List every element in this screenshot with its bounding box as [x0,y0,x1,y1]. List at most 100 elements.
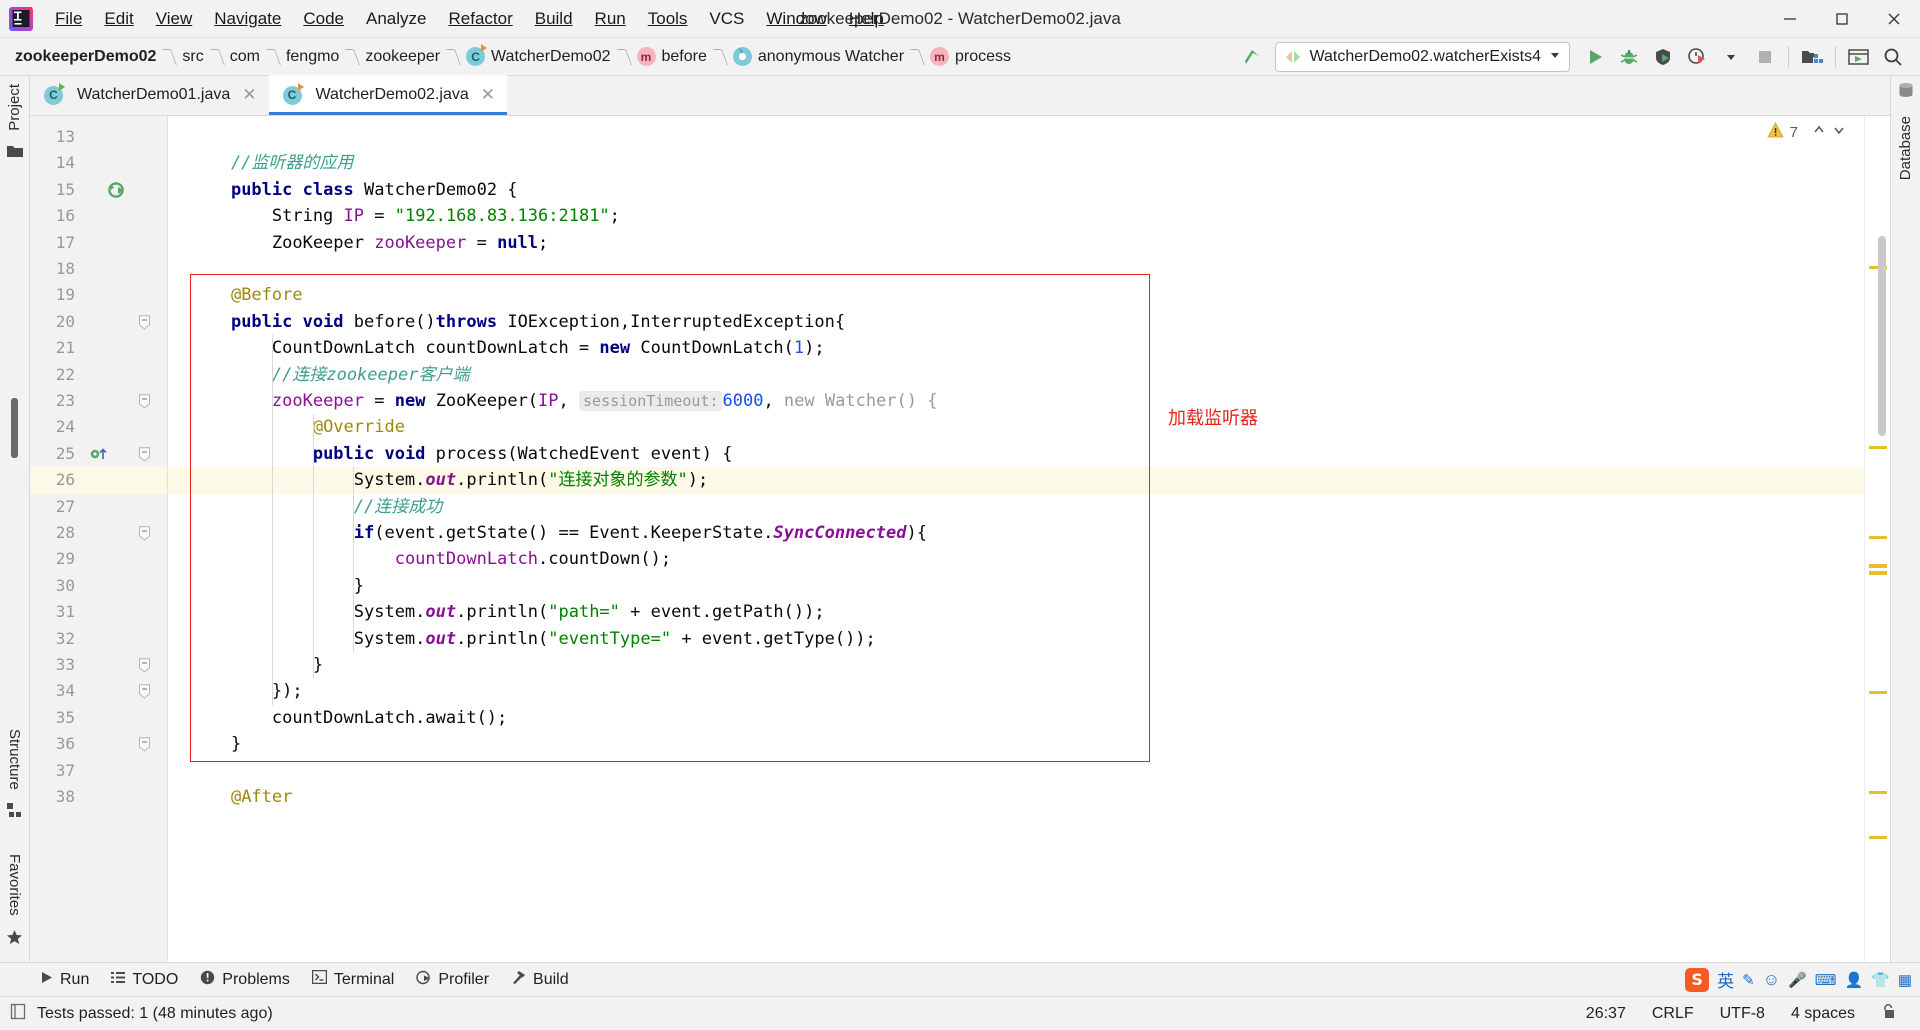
star-icon[interactable] [6,929,23,951]
menu-analyze[interactable]: Analyze [355,5,437,33]
code-fold-toggle[interactable] [138,315,152,330]
ime-toolbox-icon[interactable]: ▦ [1898,971,1912,989]
tool-window-terminal[interactable]: Terminal [302,967,404,992]
ime-account-icon[interactable]: 👤 [1844,971,1863,989]
error-stripe-marker[interactable] [1869,571,1887,575]
tool-window-project[interactable]: Project [6,76,23,139]
code-line[interactable]: System.out.println("连接对象的参数"); [168,467,1890,493]
code-line[interactable]: } [168,652,1890,678]
line-number[interactable]: 16 [35,203,75,229]
menu-window[interactable]: Window [755,5,837,33]
structure-icon[interactable] [7,803,22,823]
code-fold-toggle[interactable] [138,526,152,541]
line-number[interactable]: 38 [35,784,75,810]
line-number[interactable]: 27 [35,494,75,520]
ime-language-icon[interactable]: 英 [1717,967,1734,992]
error-stripe-marker[interactable] [1869,791,1887,794]
code-line[interactable]: public void before()throws IOException,I… [168,309,1890,335]
breadcrumb-item-method-process[interactable]: m process [927,45,1014,68]
ime-skin-icon[interactable]: 👕 [1871,971,1890,989]
indent-setting[interactable]: 4 spaces [1791,1005,1855,1023]
tab-watcherdemo02[interactable]: C WatcherDemo02.java ✕ [268,75,507,115]
editor-scrollbar-thumb[interactable] [1878,236,1886,436]
database-icon[interactable] [1898,82,1914,103]
line-number[interactable]: 24 [35,414,75,440]
more-run-options-button[interactable] [1714,41,1748,73]
code-line[interactable]: zooKeeper = new ZooKeeper(IP, sessionTim… [168,388,1890,414]
tool-window-profiler[interactable]: Profiler [406,967,499,993]
project-files-icon[interactable] [6,144,23,163]
updates-button[interactable] [1842,41,1876,73]
file-encoding[interactable]: UTF-8 [1720,1005,1765,1023]
menu-run[interactable]: Run [584,5,637,33]
code-line[interactable]: CountDownLatch countDownLatch = new Coun… [168,335,1890,361]
tool-window-database[interactable]: Database [1897,108,1914,188]
code-line[interactable] [168,758,1890,784]
ime-keyboard-icon[interactable]: ⌨ [1815,971,1837,989]
line-number[interactable]: 14 [35,150,75,176]
line-number[interactable]: 19 [35,282,75,308]
minimize-button[interactable] [1764,0,1816,38]
ime-punctuation-icon[interactable]: ✎ [1742,971,1755,989]
run-class-gutter-icon[interactable] [108,181,126,203]
code-fold-toggle[interactable] [138,447,152,462]
line-number[interactable]: 21 [35,335,75,361]
menu-view[interactable]: View [145,5,204,33]
close-button[interactable] [1868,0,1920,38]
menu-file[interactable]: File [44,5,93,33]
code-line[interactable]: countDownLatch.countDown(); [168,546,1890,572]
next-problem-icon[interactable] [1832,123,1846,141]
navigate-up-icon[interactable] [1235,42,1269,72]
unlocked-icon[interactable] [1881,1003,1896,1025]
breadcrumb-item-anonymous-watcher[interactable]: anonymous Watcher [730,45,907,68]
code-line[interactable] [168,256,1890,282]
code-line[interactable]: @Before [168,282,1890,308]
error-stripe-marker-bar[interactable] [1864,116,1890,962]
menu-build[interactable]: Build [524,5,584,33]
line-number[interactable]: 20 [35,309,75,335]
stop-button[interactable] [1748,41,1782,73]
line-number[interactable]: 37 [35,758,75,784]
code-line[interactable]: ZooKeeper zooKeeper = null; [168,230,1890,256]
code-line[interactable]: //连接成功 [168,494,1890,520]
line-number[interactable]: 30 [35,573,75,599]
line-number[interactable]: 25 [35,441,75,467]
run-with-coverage-button[interactable] [1646,41,1680,73]
code-line[interactable]: //监听器的应用 [168,150,1890,176]
tool-window-problems[interactable]: Problems [190,967,300,993]
run-configuration-selector[interactable]: WatcherDemo02.watcherExists4 [1274,41,1570,72]
line-number[interactable]: 33 [35,652,75,678]
sogou-ime-logo-icon[interactable]: S [1685,967,1710,992]
breadcrumb-item-src[interactable]: src [179,46,206,68]
tool-window-favorites[interactable]: Favorites [6,846,23,924]
tool-window-build[interactable]: Build [501,967,579,993]
tool-window-todo[interactable]: TODO [101,968,188,992]
menu-tools[interactable]: Tools [637,5,699,33]
tab-watcherdemo01[interactable]: C WatcherDemo01.java ✕ [30,75,269,115]
line-number[interactable]: 29 [35,546,75,572]
menu-edit[interactable]: Edit [93,5,144,33]
code-editor[interactable]: 13 14 15 16 17 18 19 20 21 22 23 24 25 26 27 28 29 30 31 32… [30,116,1890,962]
code-line[interactable]: System.out.println("eventType=" + event.… [168,626,1890,652]
line-number[interactable]: 15 [35,177,75,203]
code-line[interactable]: @Override [168,414,1890,440]
line-number[interactable]: 18 [35,256,75,282]
line-number[interactable]: 17 [35,230,75,256]
line-separator[interactable]: CRLF [1652,1005,1694,1023]
error-stripe-marker[interactable] [1869,536,1887,539]
menu-help[interactable]: Help [838,5,895,33]
code-fold-toggle[interactable] [138,658,152,673]
run-button[interactable] [1578,41,1612,73]
line-number[interactable]: 35 [35,705,75,731]
ime-voice-icon[interactable]: 🎤 [1788,971,1807,989]
code-line[interactable]: countDownLatch.await(); [168,705,1890,731]
inspection-widget[interactable]: 7 [1766,122,1846,142]
code-line[interactable]: } [168,731,1890,757]
code-line[interactable]: public void process(WatchedEvent event) … [168,441,1890,467]
code-line[interactable]: //连接zookeeper客户端 [168,362,1890,388]
ime-emoji-icon[interactable]: ☺ [1763,970,1780,990]
search-everywhere-button[interactable] [1876,41,1910,73]
error-stripe-marker[interactable] [1869,446,1887,449]
line-number[interactable]: 34 [35,678,75,704]
menu-navigate[interactable]: Navigate [203,5,292,33]
